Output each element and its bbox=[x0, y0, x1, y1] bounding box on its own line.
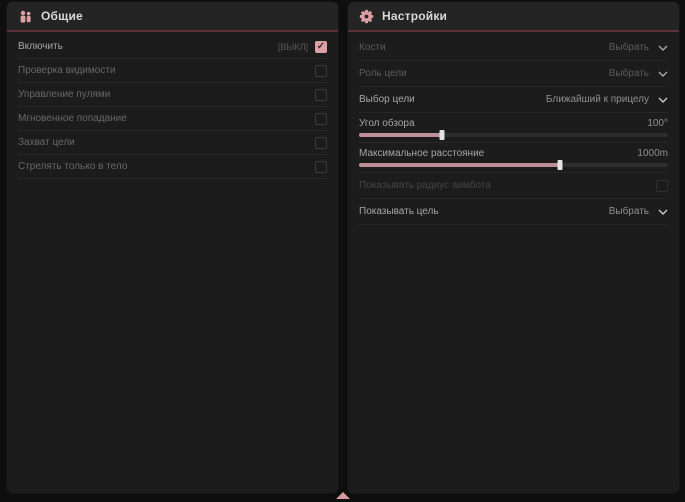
setting-row-max-distance: Максимальное расстояние 1000m bbox=[359, 143, 668, 173]
general-rows: Включить [ВЫКЛ] ✓ Проверка видимости Упр… bbox=[7, 32, 338, 179]
panel-title: Настройки bbox=[382, 9, 447, 23]
setting-label: Роль цели bbox=[359, 68, 407, 79]
hotkey-hint: [ВЫКЛ] bbox=[278, 42, 308, 52]
setting-row-fov: Угол обзора 100° bbox=[359, 113, 668, 143]
chevron-down-icon bbox=[658, 97, 668, 103]
slider-thumb[interactable] bbox=[557, 160, 562, 170]
scroll-up-arrow-icon[interactable] bbox=[336, 492, 350, 499]
slider-fill bbox=[359, 133, 442, 137]
slider-thumb[interactable] bbox=[440, 130, 445, 140]
bones-dropdown[interactable]: Выбрать bbox=[609, 42, 668, 53]
setting-label: Стрелять только в тело bbox=[18, 161, 127, 172]
chevron-down-icon bbox=[658, 209, 668, 215]
setting-row-instant-hit[interactable]: Мгновенное попадание bbox=[18, 107, 327, 131]
chevron-down-icon bbox=[658, 45, 668, 51]
setting-label: Включить bbox=[18, 41, 63, 52]
gear-icon bbox=[359, 9, 374, 24]
checkbox[interactable] bbox=[315, 161, 327, 173]
dropdown-value: Выбрать bbox=[609, 42, 649, 53]
checkbox[interactable] bbox=[656, 180, 668, 192]
checkbox[interactable] bbox=[315, 137, 327, 149]
fov-slider[interactable] bbox=[359, 133, 668, 137]
setting-row-show-aimbot-radius[interactable]: Показывать радиус аимбота bbox=[359, 173, 668, 199]
chevron-down-icon bbox=[658, 71, 668, 77]
setting-label: Управление пулями bbox=[18, 89, 110, 100]
setting-label: Проверка видимости bbox=[18, 65, 116, 76]
setting-label: Мгновенное попадание bbox=[18, 113, 127, 124]
setting-label: Захват цели bbox=[18, 137, 75, 148]
panel-title: Общие bbox=[41, 9, 83, 23]
settings-rows: Кости Выбрать Роль цели Выбрать bbox=[348, 32, 679, 225]
setting-row-show-target[interactable]: Показывать цель Выбрать bbox=[359, 199, 668, 225]
checkbox-checked[interactable]: ✓ bbox=[315, 41, 327, 53]
general-panel-header: Общие bbox=[7, 2, 338, 32]
dropdown-value: Выбрать bbox=[609, 206, 649, 217]
setting-row-enable[interactable]: Включить [ВЫКЛ] ✓ bbox=[18, 35, 327, 59]
setting-row-bullet-control[interactable]: Управление пулями bbox=[18, 83, 327, 107]
setting-label: Угол обзора bbox=[359, 118, 415, 129]
setting-row-target-role[interactable]: Роль цели Выбрать bbox=[359, 61, 668, 87]
checkbox[interactable] bbox=[315, 113, 327, 125]
users-icon bbox=[18, 9, 33, 24]
checkbox[interactable] bbox=[315, 89, 327, 101]
setting-row-visibility-check[interactable]: Проверка видимости bbox=[18, 59, 327, 83]
slider-fill bbox=[359, 163, 560, 167]
aimbot-menu: Общие Включить [ВЫКЛ] ✓ Проверка видимос… bbox=[0, 0, 685, 502]
general-panel: Общие Включить [ВЫКЛ] ✓ Проверка видимос… bbox=[7, 2, 338, 493]
checkbox[interactable] bbox=[315, 65, 327, 77]
target-role-dropdown[interactable]: Выбрать bbox=[609, 68, 668, 79]
setting-row-body-only[interactable]: Стрелять только в тело bbox=[18, 155, 327, 179]
dropdown-value: Выбрать bbox=[609, 68, 649, 79]
setting-row-target-lock[interactable]: Захват цели bbox=[18, 131, 327, 155]
slider-value: 100° bbox=[647, 118, 668, 129]
setting-label: Максимальное расстояние bbox=[359, 148, 484, 159]
setting-row-target-selection[interactable]: Выбор цели Ближайший к прицелу bbox=[359, 87, 668, 113]
setting-label: Выбор цели bbox=[359, 94, 415, 105]
show-target-dropdown[interactable]: Выбрать bbox=[609, 206, 668, 217]
dropdown-value: Ближайший к прицелу bbox=[546, 94, 649, 105]
setting-label: Показывать цель bbox=[359, 206, 439, 217]
target-selection-dropdown[interactable]: Ближайший к прицелу bbox=[546, 94, 668, 105]
setting-label: Кости bbox=[359, 42, 386, 53]
setting-label: Показывать радиус аимбота bbox=[359, 180, 491, 191]
slider-value: 1000m bbox=[637, 148, 668, 159]
settings-panel: Настройки Кости Выбрать Роль цели Выбрат… bbox=[348, 2, 679, 493]
max-distance-slider[interactable] bbox=[359, 163, 668, 167]
setting-row-bones[interactable]: Кости Выбрать bbox=[359, 35, 668, 61]
settings-panel-header: Настройки bbox=[348, 2, 679, 32]
